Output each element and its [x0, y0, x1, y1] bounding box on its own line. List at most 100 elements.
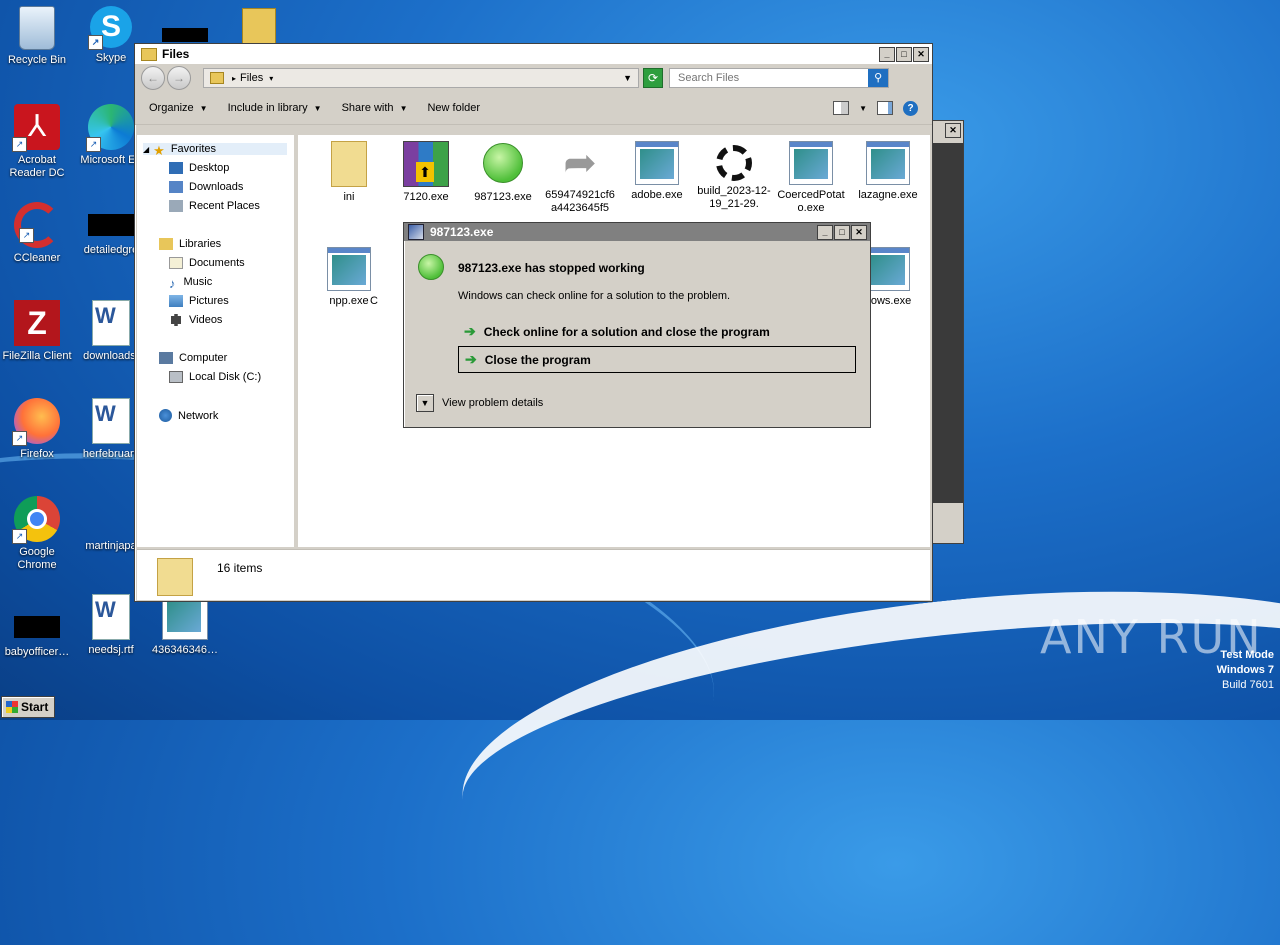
file-name: 987123.exe [474, 191, 532, 203]
shortcut-arrow-icon: ➦ [563, 141, 597, 185]
include-in-library-button[interactable]: Include in library ▼ [228, 102, 322, 114]
desktop-icon-acrobat[interactable]: ⅄ ↗ Acrobat Reader DC [0, 104, 74, 180]
file-item[interactable]: build_2023-12-19_21-29. [697, 135, 771, 225]
word-document-icon: W [92, 300, 130, 346]
desktop-icon-exe[interactable]: 436346346… [148, 594, 222, 657]
minimize-button[interactable]: _ [879, 46, 895, 62]
nav-downloads[interactable]: Downloads [169, 181, 243, 193]
status-bar: 16 items [137, 549, 930, 600]
desktop-icon [169, 162, 183, 174]
close-button[interactable]: ✕ [913, 46, 929, 62]
nav-recent-places[interactable]: Recent Places [169, 200, 260, 212]
background-window[interactable]: ✕ [930, 120, 964, 544]
executable-icon [635, 141, 679, 185]
desktop-icon-babyofficer[interactable]: babyofficer… [0, 594, 74, 659]
file-name: 659474921cf6a4423645f5 [545, 189, 615, 214]
item-count: 16 items [217, 561, 263, 575]
organize-button[interactable]: Organize ▼ [149, 102, 208, 114]
ccleaner-icon: ↗ [14, 202, 60, 248]
file-item[interactable]: 987123.exe [466, 135, 540, 204]
file-item[interactable]: CoercedPotato.exe [774, 135, 848, 215]
executable-icon [789, 141, 833, 185]
file-item[interactable]: adobe.exe [620, 135, 694, 202]
preview-pane-icon[interactable] [877, 101, 893, 115]
file-name: ini [343, 191, 355, 203]
folder-icon[interactable] [242, 8, 276, 46]
include-in-library-label: Include in library [227, 102, 308, 114]
view-details-toggle[interactable]: ▼ View problem details [416, 394, 543, 412]
file-item[interactable]: C [364, 241, 384, 308]
nav-music[interactable]: ♪ Music [169, 276, 212, 291]
nav-videos[interactable]: Videos [169, 314, 222, 326]
nav-label: Desktop [189, 162, 230, 174]
chevron-down-icon[interactable]: ▾ [269, 74, 273, 83]
nav-favorites[interactable]: ◢ ★ Favorites [143, 143, 287, 158]
downloads-icon [169, 181, 183, 193]
chevron-down-icon: ▼ [399, 104, 408, 113]
view-options-icon[interactable] [833, 101, 850, 115]
forward-button[interactable]: → [167, 66, 191, 90]
black-thumbnail-icon [88, 214, 134, 236]
executable-icon [866, 247, 910, 291]
command-bar: Organize ▼ Include in library ▼ Share with… [135, 92, 932, 125]
nav-local-disk[interactable]: Local Disk (C:) [169, 371, 261, 383]
nav-libraries[interactable]: Libraries [159, 238, 221, 250]
test-mode-line: Test Mode [1220, 649, 1274, 661]
desktop-icon-recycle-bin[interactable]: Recycle Bin [0, 6, 74, 67]
start-button[interactable]: Start [1, 696, 55, 718]
close-button[interactable]: ✕ [851, 224, 867, 240]
search-input[interactable] [676, 71, 869, 85]
libraries-icon [159, 238, 173, 250]
share-with-button[interactable]: Share with ▼ [342, 102, 408, 114]
recycle-bin-icon [19, 6, 55, 50]
nav-label: Libraries [179, 238, 222, 250]
green-arrow-icon: ➔ [464, 323, 476, 339]
search-icon[interactable]: ⚲ [868, 69, 888, 87]
nav-desktop[interactable]: Desktop [169, 162, 229, 174]
window-titlebar[interactable]: Files _ □ ✕ [135, 44, 932, 64]
word-document-icon: W [92, 398, 130, 444]
desktop-icon-chrome[interactable]: ↗ Google Chrome [0, 496, 74, 572]
firefox-icon: ↗ [12, 398, 60, 446]
file-item[interactable]: lazagne.exe [851, 135, 925, 202]
documents-icon [169, 257, 183, 269]
nav-pictures[interactable]: Pictures [169, 295, 229, 307]
nav-label: Favorites [170, 143, 217, 155]
desktop-icon-label: Google Chrome [17, 546, 57, 571]
test-mode-text: Test Mode Windows 7 Build 7601 [1217, 648, 1274, 693]
pictures-icon [169, 295, 183, 307]
close-icon[interactable]: ✕ [945, 123, 961, 138]
maximize-button[interactable]: □ [834, 224, 850, 240]
nav-documents[interactable]: Documents [169, 257, 245, 269]
file-item[interactable]: ➦ 659474921cf6a4423645f5 [543, 135, 617, 225]
address-dropdown-icon[interactable]: ▼ [623, 73, 632, 83]
nav-network[interactable]: Network [159, 409, 218, 422]
nav-computer[interactable]: Computer [159, 352, 227, 364]
minimize-button[interactable]: _ [817, 224, 833, 240]
details-label: View problem details [442, 397, 544, 409]
dialog-titlebar[interactable]: 987123.exe _ □ ✕ [404, 223, 870, 241]
desktop-icon-needsj[interactable]: W needsj.rtf [74, 594, 148, 657]
file-item[interactable]: ini [312, 135, 386, 204]
desktop-icon-firefox[interactable]: ↗ Firefox [0, 398, 74, 461]
file-name: build_2023-12-19_21-29. [697, 185, 771, 210]
filezilla-icon: Z [14, 300, 60, 346]
option-label: Close the program [484, 352, 591, 367]
help-icon[interactable]: ? [903, 100, 918, 116]
green-arrow-icon: ➔ [465, 351, 477, 367]
check-online-option[interactable]: ➔ Check online for a solution and close … [458, 323, 770, 340]
refresh-icon[interactable]: ⟳ [643, 68, 663, 88]
close-program-option[interactable]: ➔ Close the program [458, 346, 856, 373]
chevron-down-icon[interactable]: ▼ [859, 104, 867, 113]
disk-icon [169, 371, 183, 383]
nav-label: Computer [179, 352, 228, 364]
new-folder-button[interactable]: New folder [427, 102, 480, 114]
address-bar[interactable]: ▸ Files ▾ ▼ [203, 68, 639, 88]
desktop-icon-filezilla[interactable]: Z FileZilla Client [0, 300, 74, 363]
desktop-icon-ccleaner[interactable]: ↗ CCleaner [0, 202, 74, 265]
file-item[interactable]: ⬆ 7120.exe [389, 135, 463, 204]
black-thumbnail-icon [14, 616, 60, 638]
back-button[interactable]: ← [141, 66, 165, 90]
maximize-button[interactable]: □ [896, 46, 912, 62]
app-icon [408, 224, 424, 240]
